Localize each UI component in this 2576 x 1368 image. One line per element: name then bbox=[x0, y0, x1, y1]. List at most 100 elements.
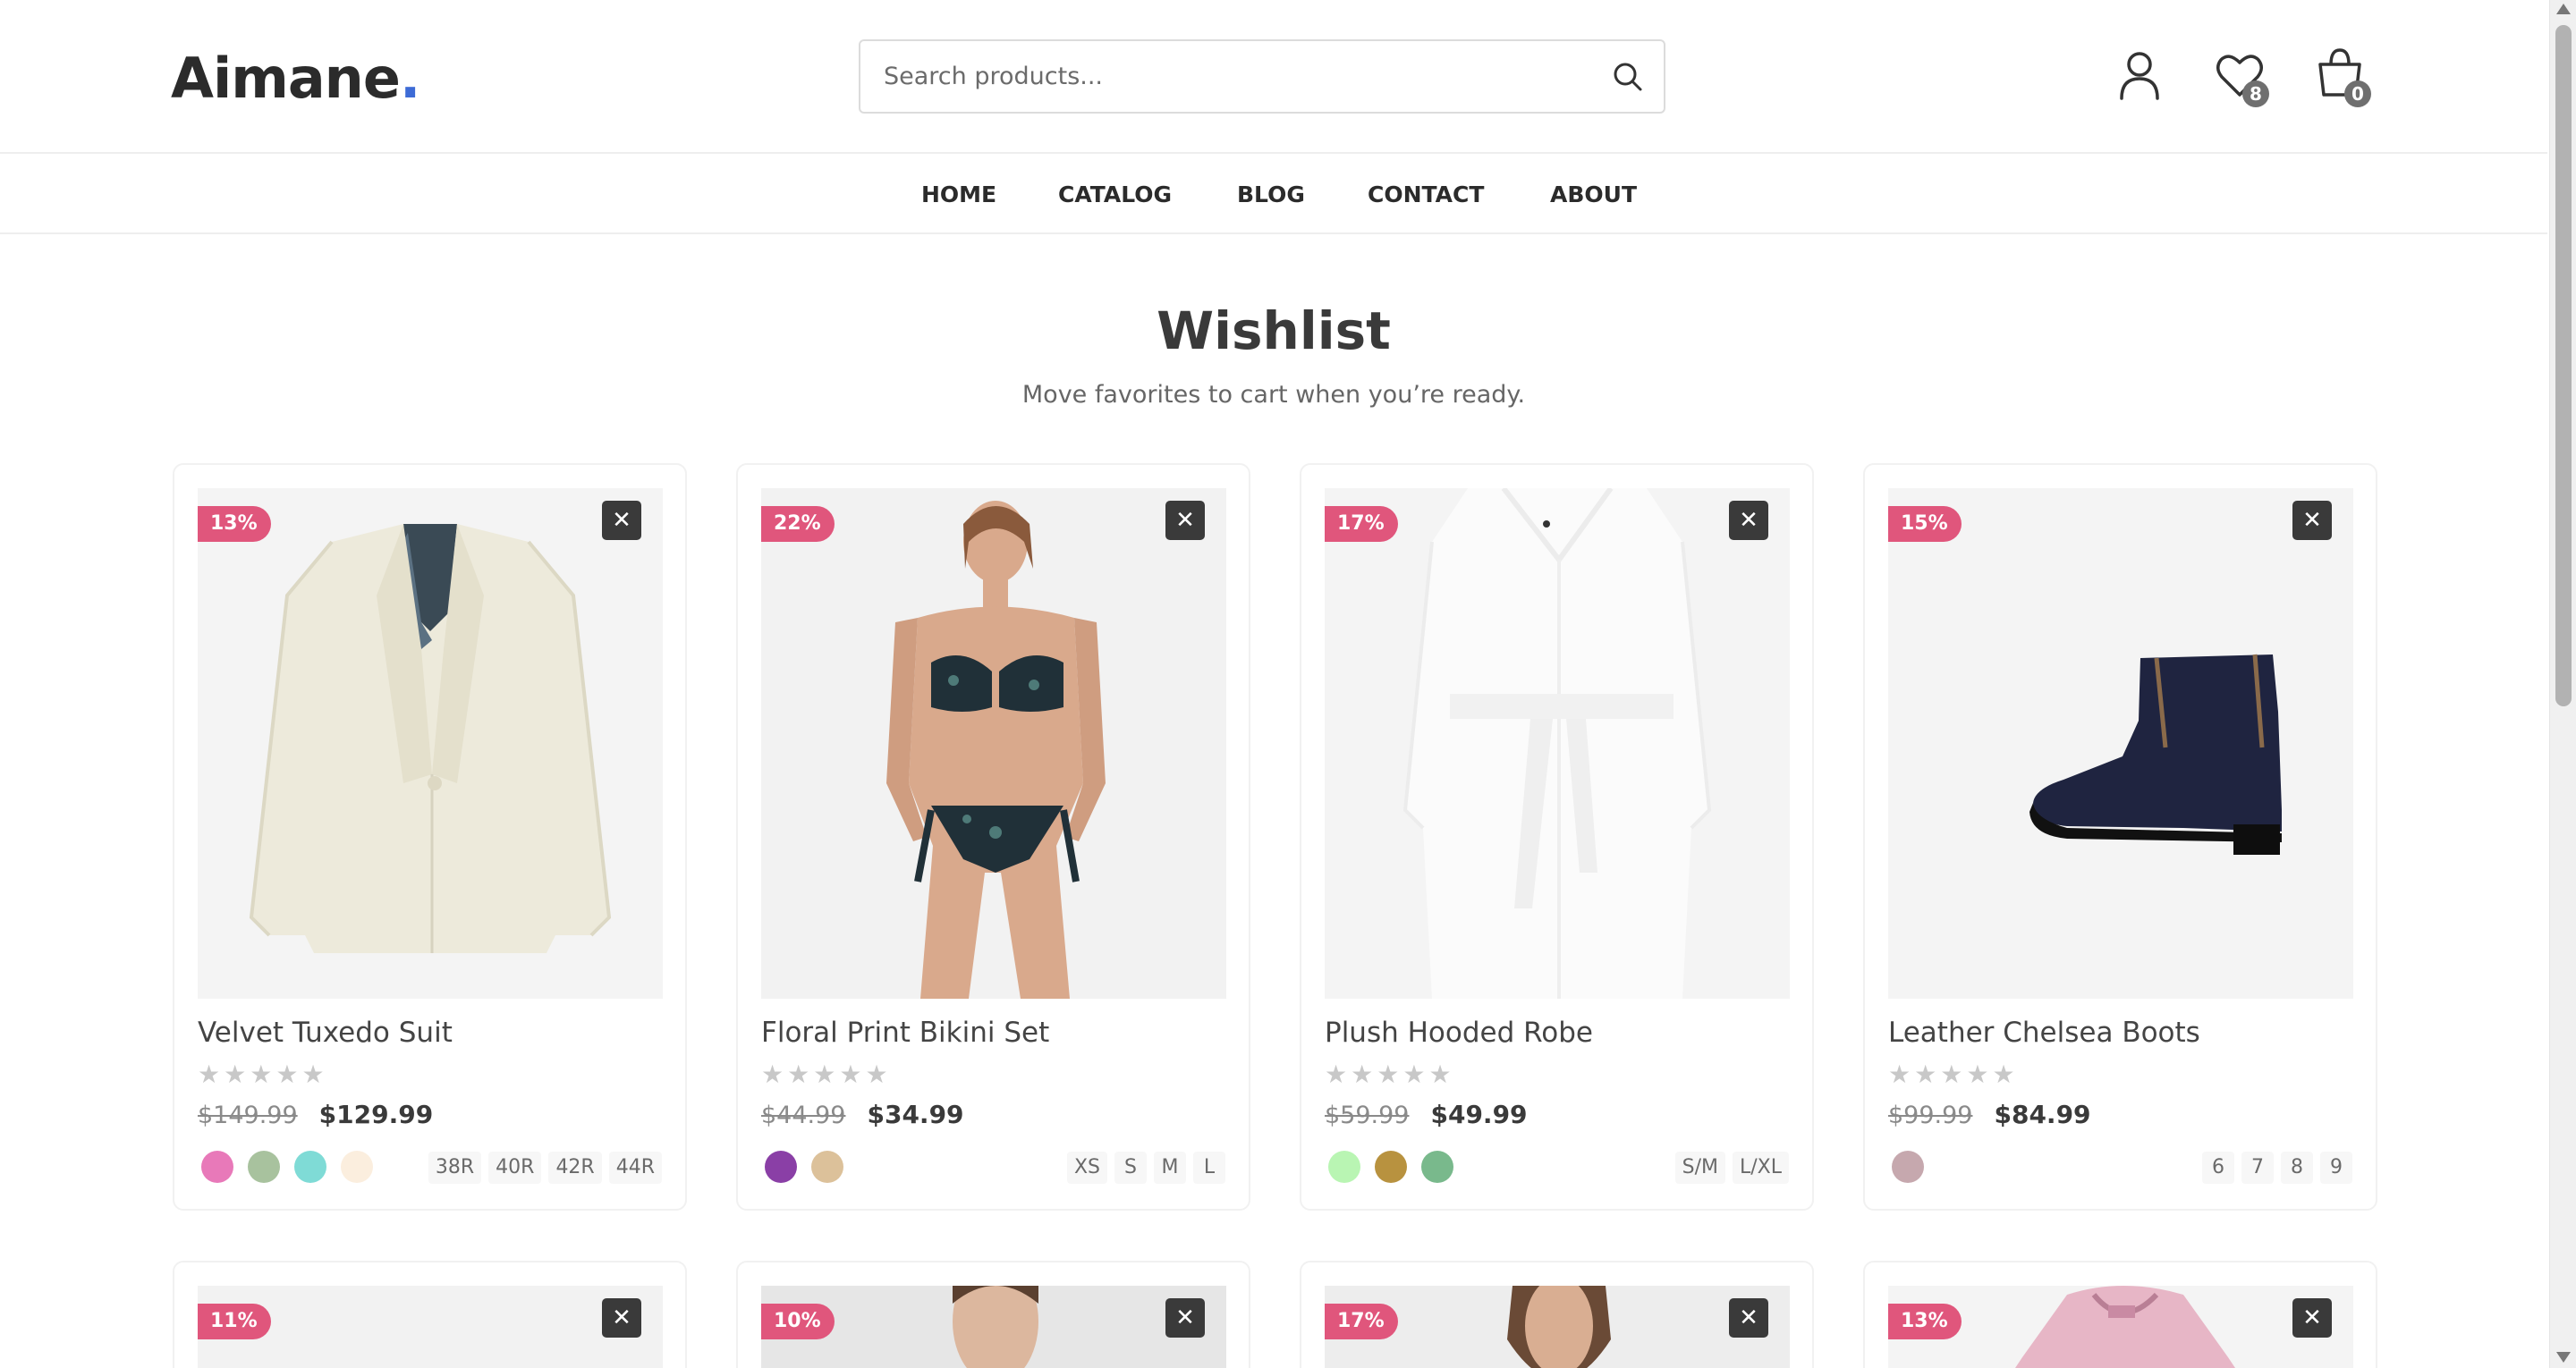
scrollbar-thumb[interactable] bbox=[2555, 25, 2572, 706]
discount-badge: 17% bbox=[1325, 506, 1398, 542]
color-swatches bbox=[201, 1151, 387, 1183]
star-icon: ★ bbox=[275, 1060, 299, 1089]
remove-from-wishlist-button[interactable]: ✕ bbox=[2292, 501, 2332, 540]
brand-name: Aimane bbox=[171, 46, 401, 111]
brand-logo[interactable]: Aimane. bbox=[171, 43, 420, 114]
product-name[interactable]: Plush Hooded Robe bbox=[1325, 1014, 1593, 1051]
color-swatch[interactable] bbox=[811, 1151, 843, 1183]
star-icon: ★ bbox=[813, 1060, 836, 1089]
chelsea-boot-illustration bbox=[1888, 488, 2353, 999]
nav-contact[interactable]: CONTACT bbox=[1368, 177, 1484, 213]
wishlist-card: 15% ✕ Leather Chelsea Boots ★ ★ ★ ★ ★ $99.99… bbox=[1863, 463, 2377, 1211]
remove-from-wishlist-button[interactable]: ✕ bbox=[602, 1298, 641, 1338]
remove-from-wishlist-button[interactable]: ✕ bbox=[1165, 501, 1205, 540]
size-option[interactable]: 8 bbox=[2281, 1152, 2313, 1184]
discount-badge: 11% bbox=[198, 1304, 271, 1339]
discount-badge: 22% bbox=[761, 506, 835, 542]
scroll-down-arrow-icon[interactable] bbox=[2556, 1352, 2571, 1363]
scroll-up-arrow-icon[interactable] bbox=[2556, 4, 2571, 14]
price-row: $44.99 $34.99 bbox=[761, 1100, 964, 1129]
remove-from-wishlist-button[interactable]: ✕ bbox=[602, 501, 641, 540]
product-image-tuxedo[interactable] bbox=[198, 488, 663, 999]
page-title: Wishlist bbox=[1157, 300, 1391, 361]
product-image-boots[interactable] bbox=[1888, 488, 2353, 999]
star-icon: ★ bbox=[787, 1060, 810, 1089]
size-option[interactable]: XS bbox=[1066, 1152, 1107, 1184]
star-icon: ★ bbox=[1428, 1060, 1452, 1089]
product-image-bikini[interactable] bbox=[761, 488, 1226, 999]
original-price: $44.99 bbox=[761, 1102, 846, 1129]
discount-badge: 13% bbox=[198, 506, 271, 542]
search-input[interactable] bbox=[884, 41, 1581, 112]
size-option[interactable]: 7 bbox=[2241, 1152, 2274, 1184]
color-swatch[interactable] bbox=[1328, 1151, 1360, 1183]
sale-price: $49.99 bbox=[1430, 1100, 1528, 1129]
wishlist-count-badge: 8 bbox=[2242, 80, 2269, 107]
discount-badge: 17% bbox=[1325, 1304, 1398, 1339]
size-option[interactable]: 9 bbox=[2320, 1152, 2352, 1184]
size-option[interactable]: M bbox=[1154, 1152, 1186, 1184]
sale-price: $84.99 bbox=[1994, 1100, 2091, 1129]
size-options: 38R 40R 42R 44R bbox=[421, 1152, 662, 1184]
color-swatch[interactable] bbox=[248, 1151, 280, 1183]
color-swatch[interactable] bbox=[765, 1151, 797, 1183]
robe-illustration bbox=[1325, 488, 1790, 999]
size-option[interactable]: 44R bbox=[608, 1152, 662, 1184]
page-scrollbar[interactable] bbox=[2549, 0, 2576, 1368]
discount-badge: 15% bbox=[1888, 506, 1962, 542]
star-icon: ★ bbox=[1351, 1060, 1374, 1089]
star-icon: ★ bbox=[865, 1060, 888, 1089]
rating-stars: ★ ★ ★ ★ ★ bbox=[761, 1062, 892, 1087]
nav-catalog[interactable]: CATALOG bbox=[1058, 177, 1172, 213]
nav-home[interactable]: HOME bbox=[921, 177, 996, 213]
remove-from-wishlist-button[interactable]: ✕ bbox=[1729, 501, 1768, 540]
color-swatch[interactable] bbox=[1421, 1151, 1453, 1183]
size-options: XS S M L bbox=[1060, 1152, 1225, 1184]
wishlist-card: 13% ✕ Velvet Tuxedo Suit ★ ★ ★ ★ ★ $149.99 $1… bbox=[173, 463, 687, 1211]
color-swatches bbox=[1892, 1151, 1938, 1183]
color-swatch[interactable] bbox=[201, 1151, 233, 1183]
product-image-robe[interactable] bbox=[1325, 488, 1790, 999]
star-icon: ★ bbox=[301, 1060, 325, 1089]
star-icon: ★ bbox=[250, 1060, 273, 1089]
size-option[interactable]: 6 bbox=[2202, 1152, 2234, 1184]
wishlist-link[interactable]: 8 bbox=[2211, 46, 2274, 109]
star-icon: ★ bbox=[839, 1060, 862, 1089]
size-option[interactable]: 42R bbox=[548, 1152, 602, 1184]
star-icon: ★ bbox=[1992, 1060, 2015, 1089]
star-icon: ★ bbox=[1940, 1060, 1963, 1089]
nav-about[interactable]: ABOUT bbox=[1550, 177, 1637, 213]
size-option[interactable]: L/XL bbox=[1733, 1152, 1789, 1184]
cart-link[interactable]: 0 bbox=[2311, 45, 2374, 109]
color-swatch[interactable] bbox=[341, 1151, 373, 1183]
wishlist-card: 11% ✕ bbox=[173, 1261, 687, 1368]
star-icon: ★ bbox=[198, 1060, 221, 1089]
cart-count-badge: 0 bbox=[2344, 80, 2371, 107]
original-price: $149.99 bbox=[198, 1102, 298, 1129]
remove-from-wishlist-button[interactable]: ✕ bbox=[1729, 1298, 1768, 1338]
rating-stars: ★ ★ ★ ★ ★ bbox=[198, 1062, 328, 1087]
search-icon[interactable] bbox=[1610, 59, 1646, 95]
discount-badge: 10% bbox=[761, 1304, 835, 1339]
size-option[interactable]: S bbox=[1114, 1152, 1147, 1184]
color-swatch[interactable] bbox=[1375, 1151, 1407, 1183]
size-option[interactable]: 40R bbox=[488, 1152, 542, 1184]
size-options: 6789 bbox=[2195, 1152, 2352, 1184]
remove-from-wishlist-button[interactable]: ✕ bbox=[1165, 1298, 1205, 1338]
size-option[interactable]: L bbox=[1193, 1152, 1225, 1184]
user-icon[interactable] bbox=[2111, 46, 2168, 104]
product-name[interactable]: Leather Chelsea Boots bbox=[1888, 1014, 2200, 1051]
remove-from-wishlist-button[interactable]: ✕ bbox=[2292, 1298, 2332, 1338]
color-swatch[interactable] bbox=[1892, 1151, 1924, 1183]
price-row: $99.99 $84.99 bbox=[1888, 1100, 2091, 1129]
star-icon: ★ bbox=[1377, 1060, 1400, 1089]
tuxedo-illustration bbox=[198, 488, 663, 999]
product-name[interactable]: Velvet Tuxedo Suit bbox=[198, 1014, 453, 1051]
product-name[interactable]: Floral Print Bikini Set bbox=[761, 1014, 1049, 1051]
star-icon: ★ bbox=[1888, 1060, 1911, 1089]
size-option[interactable]: S/M bbox=[1674, 1152, 1725, 1184]
nav-blog[interactable]: BLOG bbox=[1237, 177, 1305, 213]
color-swatch[interactable] bbox=[294, 1151, 326, 1183]
size-option[interactable]: 38R bbox=[428, 1152, 482, 1184]
bikini-model-illustration bbox=[761, 488, 1226, 999]
